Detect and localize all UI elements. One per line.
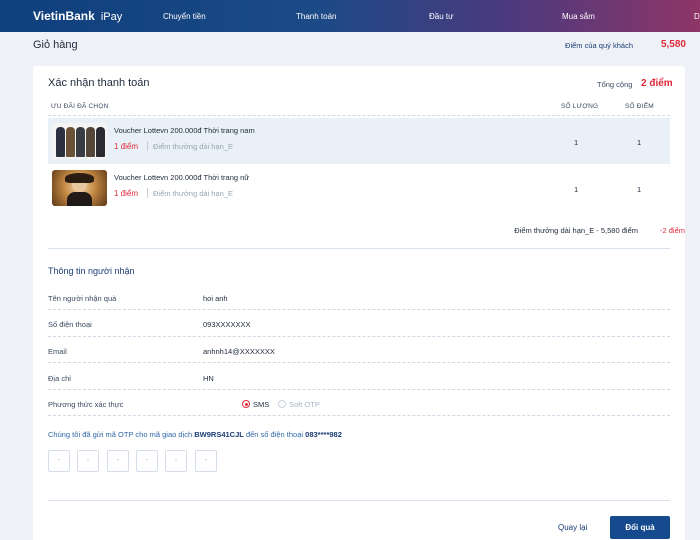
product-image-women (52, 170, 107, 206)
customer-points-value: 5,580 (660, 39, 686, 50)
item-category: Điểm thưởng dài hạn_E (153, 189, 233, 198)
cart-item-row[interactable]: Voucher Lottevn 200.000đ Thời trang nam … (48, 118, 670, 164)
email-value: anhnh14@XXXXXXX (203, 347, 275, 356)
otp-digit-input[interactable]: - (107, 450, 129, 472)
total-label: Tổng cộng (597, 80, 633, 89)
otp-phone: 083****982 (305, 430, 342, 439)
otp-message-prefix: Chúng tôi đã gửi mã OTP cho mã giao dịch (48, 430, 193, 439)
top-navigation: VietinBank iPay Chuyển tiền Thanh toán Đầ… (0, 0, 700, 32)
row-divider (48, 336, 670, 337)
nav-item-invest[interactable]: Đầu tư (429, 12, 453, 21)
row-divider (48, 362, 670, 363)
email-label: Email (48, 347, 67, 356)
brand-name: VietinBank (33, 9, 95, 23)
softotp-radio-label[interactable]: Soft OTP (289, 400, 320, 409)
item-score: 1 (637, 138, 642, 147)
nav-item-payment[interactable]: Thanh toán (296, 12, 336, 21)
otp-digit-input[interactable]: - (195, 450, 217, 472)
total-value: 2 điểm (641, 78, 673, 89)
recipient-name-label: Tên người nhận quà (48, 294, 117, 303)
column-header-qty: SỐ LƯỢNG (561, 103, 599, 110)
item-separator (147, 141, 148, 151)
item-name: Voucher Lottevn 200.000đ Thời trang nam (114, 126, 255, 135)
item-score: 1 (637, 185, 642, 194)
row-divider (48, 389, 670, 390)
transaction-code: BW9RS41CJL (194, 430, 244, 439)
confirm-redeem-button[interactable]: Đổi quà (610, 516, 670, 539)
auth-method-label: Phương thức xác thực (48, 400, 124, 409)
checkout-card: Xác nhận thanh toán Tổng cộng 2 điểm ƯU … (33, 66, 685, 540)
section-divider (48, 248, 670, 249)
phone-value: 093XXXXXXX (203, 320, 251, 329)
points-deduction-source: Điểm thưởng dài hạn_E - 5,580 điểm (514, 226, 638, 235)
page-title: Giỏ hàng (33, 39, 78, 51)
item-separator (147, 188, 148, 198)
column-header-offer: ƯU ĐÃI ĐÃ CHỌN (51, 103, 109, 110)
sub-header: Giỏ hàng Điểm của quý khách 5,580 (0, 32, 700, 58)
otp-digit-input[interactable]: - (165, 450, 187, 472)
brand-logo[interactable]: VietinBank iPay (33, 9, 122, 23)
otp-digit-input[interactable]: - (77, 450, 99, 472)
row-divider (48, 415, 670, 416)
item-category: Điểm thưởng dài hạn_E (153, 142, 233, 151)
address-label: Địa chỉ (48, 374, 71, 383)
phone-label: Số điện thoại (48, 320, 92, 329)
item-name: Voucher Lottevn 200.000đ Thời trang nữ (114, 173, 250, 182)
sms-radio[interactable] (242, 400, 250, 408)
otp-digit-input[interactable]: - (48, 450, 70, 472)
column-header-points: SỐ ĐIỂM (625, 103, 654, 110)
otp-message: Chúng tôi đã gửi mã OTP cho mã giao dịch… (48, 430, 342, 439)
table-header-divider (48, 115, 670, 116)
cart-item-row[interactable]: Voucher Lottevn 200.000đ Thời trang nữ 1… (48, 165, 670, 211)
row-divider (48, 309, 670, 310)
softotp-radio[interactable] (278, 400, 286, 408)
nav-item-transfer[interactable]: Chuyển tiền (163, 12, 206, 21)
item-points: 1 điểm (114, 189, 139, 198)
otp-digit-input[interactable]: - (136, 450, 158, 472)
item-quantity: 1 (574, 185, 579, 194)
otp-message-mid: đến số điện thoại (245, 430, 304, 439)
nav-item-shopping[interactable]: Mua sắm (562, 12, 595, 21)
address-value: HN (203, 374, 214, 383)
item-points: 1 điểm (114, 142, 139, 151)
item-quantity: 1 (574, 138, 579, 147)
product-image-men (52, 123, 107, 159)
brand-product: iPay (100, 11, 123, 23)
footer-divider (48, 500, 670, 501)
nav-item-more[interactable]: D (694, 12, 700, 21)
checkout-title: Xác nhận thanh toán (48, 77, 150, 89)
points-deduction-value: -2 điểm (659, 226, 685, 235)
sms-radio-label[interactable]: SMS (253, 400, 269, 409)
recipient-name-value: hoi anh (203, 294, 228, 303)
back-button[interactable]: Quay lại (558, 523, 587, 532)
customer-points-label: Điểm của quý khách (565, 41, 633, 50)
recipient-section-title: Thông tin người nhận (48, 266, 135, 276)
